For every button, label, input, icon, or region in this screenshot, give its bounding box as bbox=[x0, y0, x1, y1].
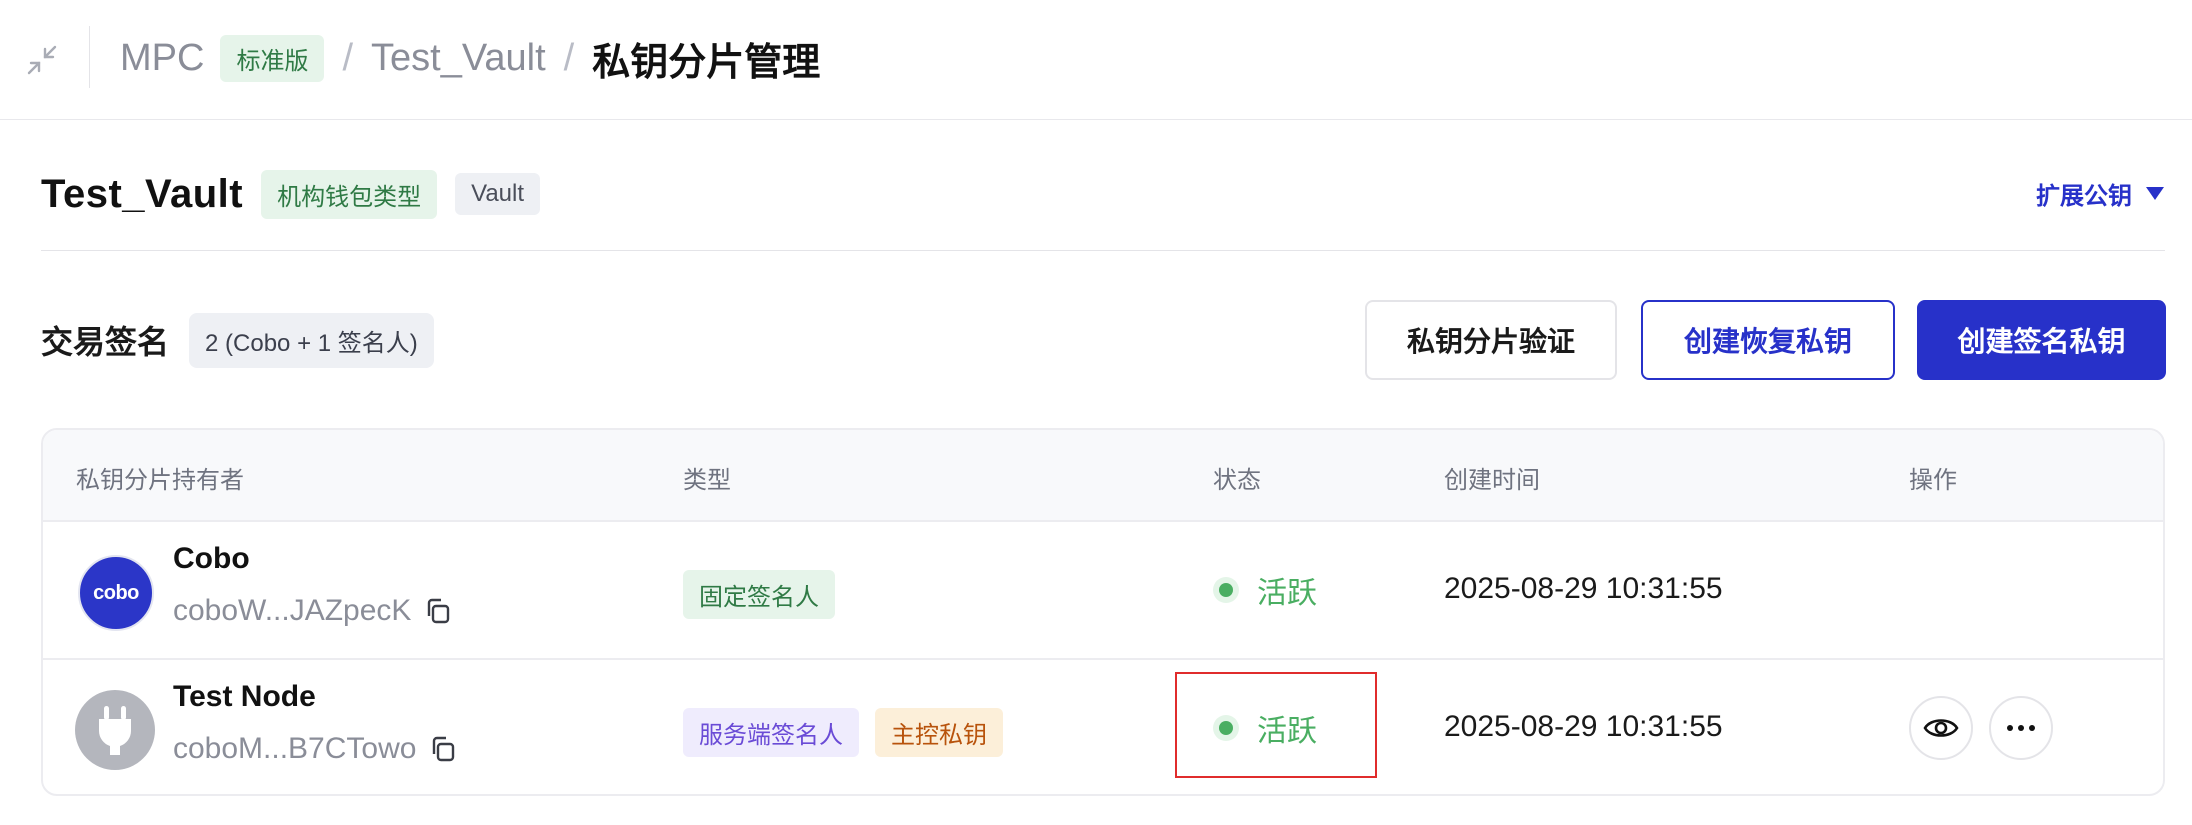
vault-header: Test_Vault 机构钱包类型 Vault bbox=[41, 160, 541, 228]
signer-count-tag: 2 (Cobo + 1 签名人) bbox=[189, 312, 434, 368]
expand-pubkey-label: 扩展公钥 bbox=[2036, 183, 2132, 210]
col-created: 创建时间 bbox=[1444, 467, 1540, 494]
signing-title: 交易签名 bbox=[41, 324, 170, 360]
eye-icon bbox=[1923, 719, 1959, 737]
collapse-icon[interactable] bbox=[20, 38, 64, 82]
col-type: 类型 bbox=[683, 467, 731, 494]
col-holder: 私钥分片持有者 bbox=[76, 467, 244, 494]
divider bbox=[89, 26, 90, 88]
edition-badge: 标准版 bbox=[220, 34, 325, 82]
breadcrumb-separator: / bbox=[563, 36, 575, 79]
expand-pubkey-link[interactable]: 扩展公钥 bbox=[2036, 176, 2164, 211]
breadcrumb-current: 私钥分片管理 bbox=[592, 41, 821, 84]
caret-down-icon bbox=[2146, 187, 2164, 200]
type-tags: 服务端签名人 主控私钥 bbox=[683, 708, 1019, 757]
breadcrumb: MPC 标准版 / Test_Vault / 私钥分片管理 bbox=[120, 0, 820, 116]
copy-icon[interactable] bbox=[423, 596, 453, 626]
type-tag: 主控私钥 bbox=[875, 708, 1003, 757]
wallet-type-tag: 机构钱包类型 bbox=[261, 169, 438, 219]
col-actions: 操作 bbox=[1909, 467, 1957, 494]
table-header: 私钥分片持有者 类型 状态 创建时间 操作 bbox=[43, 430, 2163, 522]
type-tags: 固定签名人 bbox=[683, 570, 851, 619]
cobo-logo: cobo bbox=[93, 581, 139, 604]
verify-shard-button[interactable]: 私钥分片验证 bbox=[1365, 300, 1617, 380]
section-divider bbox=[41, 250, 2165, 251]
vault-title: Test_Vault bbox=[41, 171, 244, 216]
highlight-box bbox=[1175, 672, 1377, 778]
plug-icon bbox=[99, 706, 131, 755]
table-row: Test Node coboM...B7CTowo 服务端签名人 主控私钥 活跃… bbox=[43, 660, 2163, 794]
status: 活跃 bbox=[1213, 568, 1317, 612]
col-status: 状态 bbox=[1213, 467, 1261, 494]
key-shard-table: 私钥分片持有者 类型 状态 创建时间 操作 cobo Cobo coboW...… bbox=[41, 428, 2165, 796]
holder-name: Test Node bbox=[173, 680, 316, 713]
avatar: cobo bbox=[78, 555, 154, 631]
create-signing-key-button[interactable]: 创建签名私钥 bbox=[1917, 300, 2166, 380]
table-row: cobo Cobo coboW...JAZpecK 固定签名人 活跃 2025-… bbox=[43, 522, 2163, 660]
type-tag: 固定签名人 bbox=[683, 570, 835, 619]
avatar bbox=[75, 690, 155, 770]
status-text: 活跃 bbox=[1257, 577, 1317, 610]
type-tag: 服务端签名人 bbox=[683, 708, 859, 757]
breadcrumb-mpc[interactable]: MPC bbox=[120, 37, 204, 80]
holder-address-text: coboW...JAZpecK bbox=[173, 594, 412, 627]
breadcrumb-separator: / bbox=[342, 36, 354, 79]
copy-icon[interactable] bbox=[428, 734, 458, 764]
signing-header: 交易签名 2 (Cobo + 1 签名人) bbox=[41, 312, 434, 368]
breadcrumb-vault[interactable]: Test_Vault bbox=[371, 37, 546, 80]
holder-name: Cobo bbox=[173, 542, 250, 575]
created-time: 2025-08-29 10:31:55 bbox=[1444, 572, 1723, 605]
vault-tag: Vault bbox=[455, 173, 541, 215]
top-bar: MPC 标准版 / Test_Vault / 私钥分片管理 bbox=[0, 0, 2192, 120]
holder-address-text: coboM...B7CTowo bbox=[173, 732, 417, 765]
view-button[interactable] bbox=[1909, 696, 1973, 760]
more-icon bbox=[2007, 725, 2035, 731]
created-time: 2025-08-29 10:31:55 bbox=[1444, 710, 1723, 743]
status-dot-icon bbox=[1213, 577, 1239, 603]
create-recovery-key-button[interactable]: 创建恢复私钥 bbox=[1641, 300, 1895, 380]
more-button[interactable] bbox=[1989, 696, 2053, 760]
holder-address: coboM...B7CTowo bbox=[173, 732, 458, 766]
holder-address: coboW...JAZpecK bbox=[173, 594, 453, 628]
